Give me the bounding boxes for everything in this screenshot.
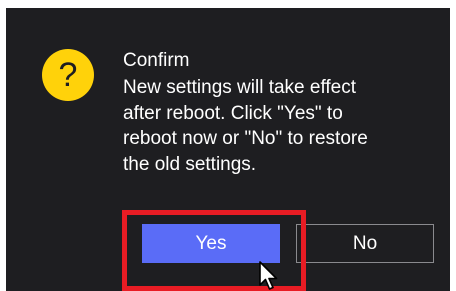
yes-button[interactable]: Yes bbox=[142, 224, 280, 263]
dialog-message: New settings will take effect after rebo… bbox=[123, 77, 368, 175]
question-glyph: ? bbox=[58, 56, 78, 94]
no-button[interactable]: No bbox=[296, 224, 434, 263]
mouse-cursor-icon bbox=[259, 261, 278, 290]
dialog-title: Confirm bbox=[123, 50, 190, 71]
question-icon: ? bbox=[42, 49, 94, 101]
